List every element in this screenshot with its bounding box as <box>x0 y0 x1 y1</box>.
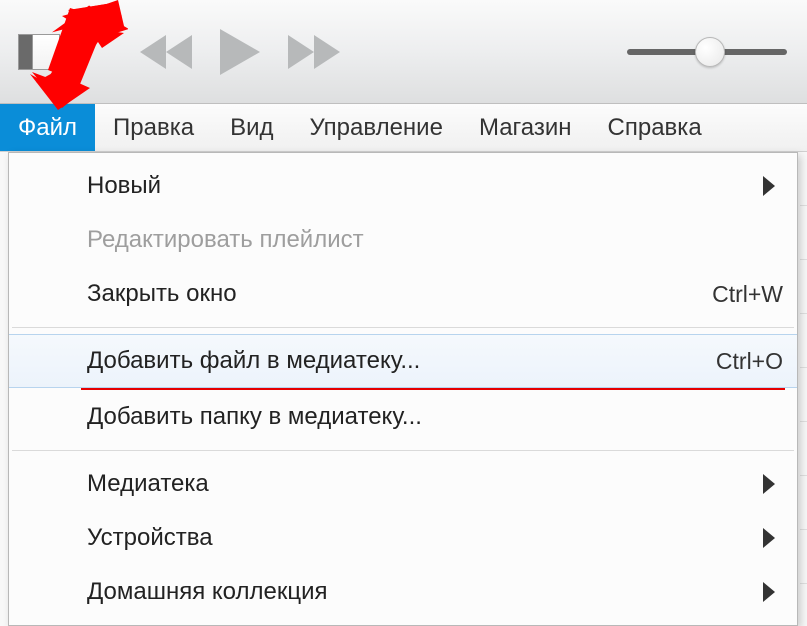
playback-toolbar <box>0 0 807 104</box>
menu-file[interactable]: Файл <box>0 104 95 151</box>
menu-store[interactable]: Магазин <box>461 104 590 151</box>
menu-new-label: Новый <box>87 172 783 200</box>
menu-close-window-label: Закрыть окно <box>87 280 712 308</box>
menu-edit[interactable]: Правка <box>95 104 212 151</box>
file-menu-dropdown: Новый Редактировать плейлист Закрыть окн… <box>8 152 798 626</box>
miniplayer-light-pane <box>33 35 59 69</box>
miniplayer-button[interactable] <box>18 34 60 70</box>
play-icon[interactable] <box>220 29 260 75</box>
menu-separator <box>12 327 794 328</box>
menu-add-file-shortcut: Ctrl+O <box>716 348 783 375</box>
menu-library-label: Медиатека <box>87 470 783 498</box>
menu-home-sharing[interactable]: Домашняя коллекция <box>9 565 797 619</box>
menu-edit-playlist-label: Редактировать плейлист <box>87 226 783 254</box>
menu-close-window-shortcut: Ctrl+W <box>712 281 783 308</box>
chevron-right-icon <box>763 582 775 602</box>
menu-add-folder-label: Добавить папку в медиатеку... <box>87 403 783 431</box>
miniplayer-dropdown-icon[interactable] <box>66 48 80 57</box>
miniplayer-dark-pane <box>19 35 33 69</box>
volume-slider[interactable] <box>627 49 787 55</box>
menu-library[interactable]: Медиатека <box>9 457 797 511</box>
menu-help[interactable]: Справка <box>590 104 720 151</box>
menu-separator <box>12 450 794 451</box>
menu-add-file[interactable]: Добавить файл в медиатеку... Ctrl+O <box>9 334 797 388</box>
menu-bar: Файл Правка Вид Управление Магазин Справ… <box>0 104 807 152</box>
chevron-right-icon <box>763 176 775 196</box>
playback-controls <box>140 29 340 75</box>
menu-controls[interactable]: Управление <box>292 104 461 151</box>
chevron-right-icon <box>763 528 775 548</box>
next-icon[interactable] <box>288 35 340 69</box>
menu-close-window[interactable]: Закрыть окно Ctrl+W <box>9 267 797 321</box>
background-rows <box>800 152 807 584</box>
menu-devices[interactable]: Устройства <box>9 511 797 565</box>
menu-add-folder[interactable]: Добавить папку в медиатеку... <box>9 390 797 444</box>
menu-view[interactable]: Вид <box>212 104 291 151</box>
menu-add-file-label: Добавить файл в медиатеку... <box>87 347 716 375</box>
menu-new[interactable]: Новый <box>9 159 797 213</box>
menu-home-sharing-label: Домашняя коллекция <box>87 578 783 606</box>
volume-thumb[interactable] <box>695 37 725 67</box>
volume-track <box>627 49 787 55</box>
previous-icon[interactable] <box>140 35 192 69</box>
menu-edit-playlist: Редактировать плейлист <box>9 213 797 267</box>
chevron-right-icon <box>763 474 775 494</box>
menu-devices-label: Устройства <box>87 524 783 552</box>
